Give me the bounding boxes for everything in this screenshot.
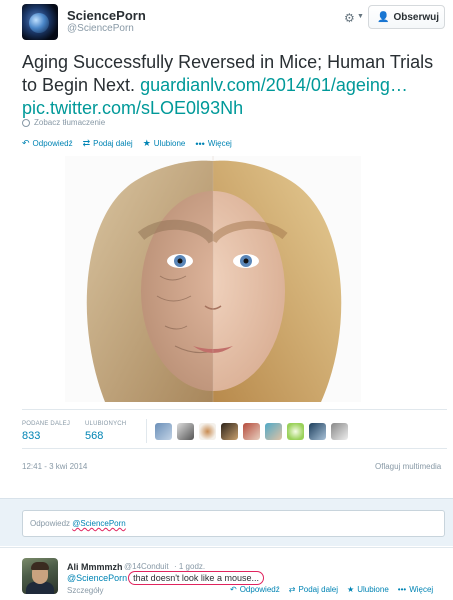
retweets-stat[interactable]: PODANE DALEJ 833 <box>22 421 70 442</box>
more-label: Więcej <box>207 139 232 148</box>
reply-favorite-action[interactable]: ★ Ulubione <box>347 585 389 594</box>
reply-author-name[interactable]: Ali Mmmmzh <box>67 562 123 572</box>
reply-retweet-action[interactable]: ⇄ Podaj dalej <box>289 585 338 594</box>
author-avatar[interactable] <box>22 4 58 40</box>
tweet-timestamp[interactable]: 12:41 - 3 kwi 2014 <box>22 462 87 471</box>
tweet-stats: PODANE DALEJ 833 ULUBIONYCH 568 <box>22 409 447 449</box>
tweet-actions: ↶ Odpowiedź ⇄ Podaj dalej ★ Ulubione ••• Wię… <box>22 138 232 149</box>
author-name[interactable]: SciencePorn <box>67 8 146 23</box>
stats-divider <box>146 419 147 443</box>
reply-label: Odpowiedź <box>32 139 73 148</box>
follow-person-icon: 👤 <box>377 11 390 23</box>
reply-retweet-label: Podaj dalej <box>298 585 339 594</box>
star-icon: ★ <box>142 138 151 148</box>
more-icon: ••• <box>397 585 407 594</box>
reply-favorite-label: Ulubione <box>357 585 389 594</box>
favoriter-avatar[interactable] <box>221 423 238 440</box>
reply-details-link[interactable]: Szczegóły <box>67 586 103 595</box>
reply-text: @SciencePorn that doesn't look like a mou… <box>67 571 264 585</box>
reply-prefix: Odpowiedz <box>30 519 71 528</box>
reply-reply-label: Odpowiedź <box>239 585 280 594</box>
favoriter-avatar[interactable] <box>309 423 326 440</box>
favorite-action[interactable]: ★ Ulubione <box>143 138 186 149</box>
reply-actions: ↶ Odpowiedź ⇄ Podaj dalej ★ Ulubione ••• Wię… <box>230 585 433 594</box>
reply-icon: ↶ <box>230 585 237 594</box>
favorite-label: Ulubione <box>153 139 186 148</box>
reply-input[interactable]: Odpowiedz @SciencePorn <box>22 510 445 537</box>
reply-icon: ↶ <box>22 138 30 148</box>
more-action[interactable]: ••• Więcej <box>195 138 231 149</box>
translate-label: Zobacz tłumaczenie <box>34 118 106 127</box>
author-handle[interactable]: @SciencePorn <box>67 23 134 34</box>
follow-button[interactable]: 👤 Obserwuj <box>368 5 445 29</box>
retweet-label: Podaj dalej <box>93 139 133 148</box>
reply-reply-action[interactable]: ↶ Odpowiedź <box>230 585 280 594</box>
tweet-pic-link[interactable]: pic.twitter.com/sLOE0l93Nh <box>22 97 447 120</box>
retweets-label: PODANE DALEJ <box>22 421 71 427</box>
favoriter-avatar[interactable] <box>199 423 216 440</box>
translate-link[interactable]: Zobacz tłumaczenie <box>22 118 105 127</box>
favorites-label: ULUBIONYCH <box>85 421 127 427</box>
reply-text-mention[interactable]: @SciencePorn <box>67 573 127 583</box>
reply-action[interactable]: ↶ Odpowiedź <box>22 138 73 149</box>
reply-tweet: Ali Mmmmzh @14Conduit · 1 godz. @Science… <box>0 547 453 600</box>
flag-media-link[interactable]: Oflaguj multimedia <box>375 462 441 471</box>
favoriter-avatar[interactable] <box>177 423 194 440</box>
reply-author-avatar[interactable] <box>22 558 58 594</box>
favoriter-avatar[interactable] <box>331 423 348 440</box>
reply-mention: @SciencePorn <box>72 519 126 528</box>
reply-more-action[interactable]: ••• Więcej <box>398 585 433 594</box>
tweet-link[interactable]: guardianlv.com/2014/01/ageing… <box>140 75 408 95</box>
chevron-down-icon[interactable]: ▼ <box>357 13 364 20</box>
retweet-icon: ⇄ <box>288 585 296 594</box>
split-face-image <box>65 156 361 402</box>
reply-more-label: Więcej <box>409 585 434 594</box>
reply-text-body: that doesn't look like a mouse... <box>128 571 264 585</box>
tweet-photo[interactable] <box>65 156 361 402</box>
favoriter-avatar[interactable] <box>155 423 172 440</box>
main-tweet: SciencePorn @SciencePorn ⚙ ▼ 👤 Obserwuj … <box>0 0 453 498</box>
favoriter-avatar[interactable] <box>243 423 260 440</box>
follow-label: Obserwuj <box>393 11 440 23</box>
reply-author-handle[interactable]: @14Conduit <box>124 562 169 571</box>
globe-icon <box>22 118 30 127</box>
favorites-count: 568 <box>85 430 104 442</box>
favorites-stat[interactable]: ULUBIONYCH 568 <box>85 421 126 442</box>
more-icon: ••• <box>195 138 205 149</box>
gear-icon[interactable]: ⚙ <box>344 11 355 25</box>
tweet-text: Aging Successfully Reversed in Mice; Hum… <box>22 51 447 120</box>
retweet-action[interactable]: ⇄ Podaj dalej <box>83 138 133 149</box>
retweet-icon: ⇄ <box>82 138 91 148</box>
star-icon: ★ <box>347 585 355 594</box>
retweets-count: 833 <box>22 430 41 442</box>
reply-composer-area: Odpowiedz @SciencePorn <box>0 498 453 546</box>
favoriter-avatar[interactable] <box>265 423 282 440</box>
favoriters-avatars <box>155 423 348 440</box>
reply-time[interactable]: · 1 godz. <box>174 562 205 571</box>
favoriter-avatar[interactable] <box>287 423 304 440</box>
